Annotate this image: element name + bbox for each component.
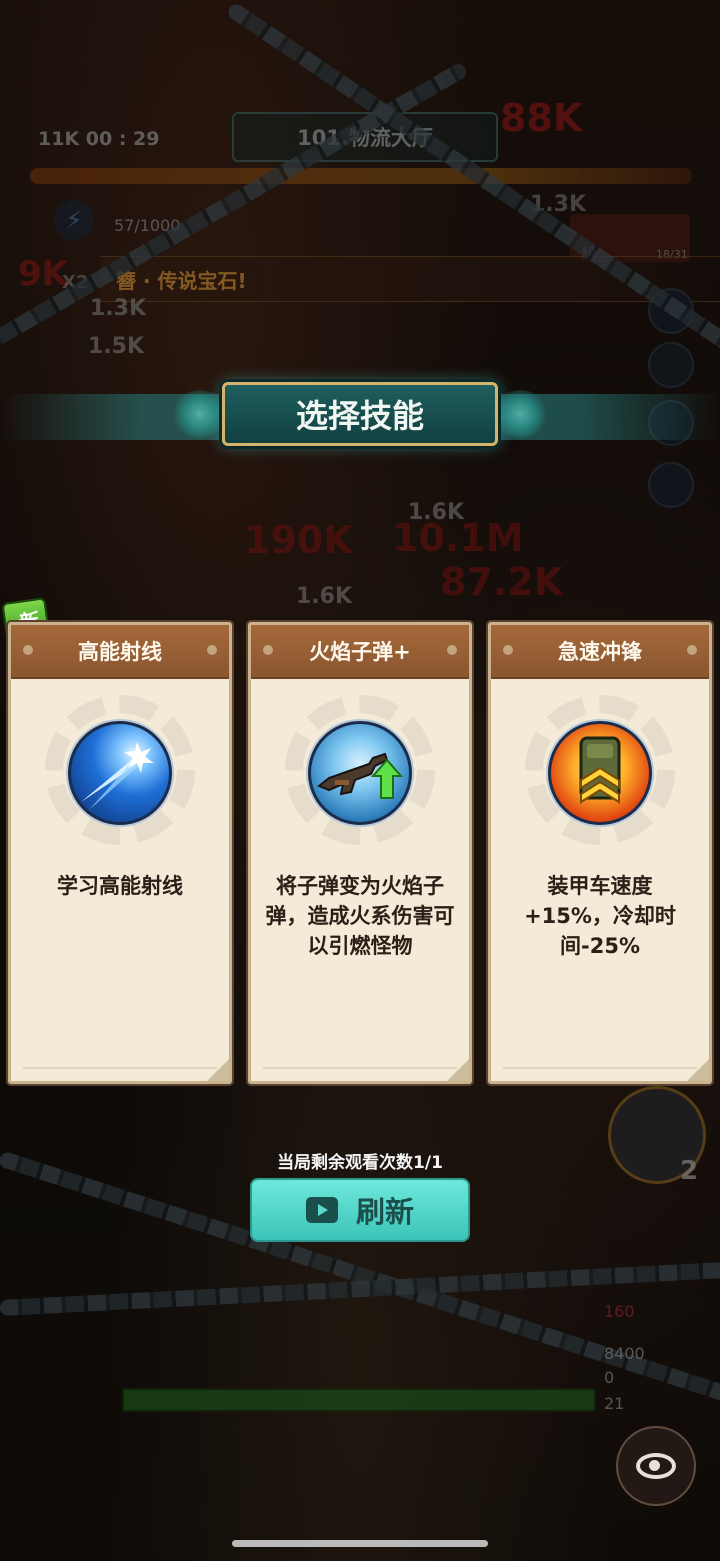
eye-icon [636,1453,676,1479]
refresh-label: 刷新 [355,1195,414,1229]
skill-card-3[interactable]: 急速冲锋 装甲车速度+15%，冷却时间-25% [488,622,712,1084]
rivet-icon [23,645,33,655]
skill-select-banner: 选择技能 [0,368,720,468]
page-curl-icon [687,1059,709,1081]
home-indicator[interactable] [232,1540,488,1547]
skill-card-title: 急速冲锋 [491,625,709,679]
skill-card-title: 火焰子弹+ [251,625,469,679]
skill-card-title: 高能射线 [11,625,229,679]
view-battlefield-button[interactable] [616,1426,696,1506]
rivet-icon [207,645,217,655]
skill-card-1[interactable]: 高能射线 学习高能射线 [8,622,232,1084]
skill-card-description: 将子弹变为火焰子弹，造成火系伤害可以引燃怪物 [265,874,455,958]
rivet-icon [447,645,457,655]
watch-remaining-text: 当局剩余观看次数1/1 [277,1153,443,1173]
page-title: 选择技能 [222,382,498,446]
refresh-button[interactable]: 刷新 [250,1178,470,1242]
skill-card-2[interactable]: 火焰子弹+ 将子弹变为火焰子弹，造成火系伤害可以引燃怪物 [248,622,472,1084]
armored-rush-icon [548,721,652,825]
rivet-icon [263,645,273,655]
page-curl-icon [207,1059,229,1081]
rifle-upgrade-icon [308,721,412,825]
card-divider [503,1067,697,1069]
energy-beam-icon [68,721,172,825]
video-ad-icon [305,1197,338,1223]
page-curl-icon [447,1059,469,1081]
card-divider [23,1067,217,1069]
rivet-icon [503,645,513,655]
skill-card-description: 学习高能射线 [57,874,183,898]
wing-ornament-icon [490,390,550,438]
skill-card-description: 装甲车速度+15%，冷却时间-25% [524,874,676,958]
card-divider [263,1067,457,1069]
wing-ornament-icon [170,390,230,438]
rivet-icon [687,645,697,655]
